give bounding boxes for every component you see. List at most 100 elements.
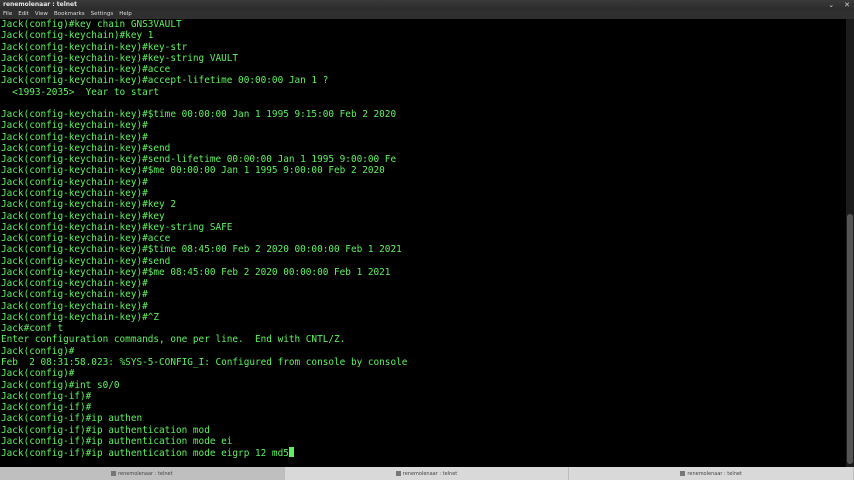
terminal-line: Jack(config-keychain)#key 1 xyxy=(0,30,846,41)
terminal-line-text: Jack(config-keychain-key)#send xyxy=(1,255,171,267)
terminal-line: Jack(config-if)# xyxy=(0,391,846,402)
terminal-line: Jack(config-keychain-key)#send xyxy=(0,256,846,267)
terminal-line-text: Jack(config-if)#ip authentication mode e… xyxy=(1,435,233,447)
terminal-line-text: Jack(config-keychain-key)#accept-lifetim… xyxy=(1,75,329,87)
taskbar: renemolenaar : telnet renemolenaar : tel… xyxy=(0,467,854,480)
taskbar-item[interactable]: renemolenaar : telnet xyxy=(569,467,854,480)
terminal-line-text: Enter configuration commands, one per li… xyxy=(1,334,346,346)
terminal-line: Jack(config-if)#ip authentication mode e… xyxy=(0,436,846,447)
terminal-line-text: Jack(config-keychain-key)#send xyxy=(1,142,171,154)
terminal-line: Jack(config-keychain-key)#$me 00:00:00 J… xyxy=(0,165,846,176)
terminal-line: Jack(config-keychain-key)#^Z xyxy=(0,312,846,323)
terminal-line-text: Jack(config-keychain-key)#$me 08:45:00 F… xyxy=(1,266,391,278)
terminal-icon xyxy=(395,471,401,476)
terminal-cursor xyxy=(288,447,295,458)
terminal-scrollbar[interactable] xyxy=(846,19,854,467)
terminal-line: Jack(config-keychain-key)#accept-lifetim… xyxy=(0,75,846,86)
terminal-line-text: Jack(config-keychain-key)#key-str xyxy=(1,41,188,53)
terminal-line-text: Jack(config-keychain)#key 1 xyxy=(1,30,154,42)
terminal-line: Jack(config-keychain-key)#acce xyxy=(0,233,846,244)
terminal-line: Jack#conf t xyxy=(0,323,846,334)
terminal-line: Jack(config-if)#ip authentication mode e… xyxy=(0,447,846,459)
terminal-line: Jack(config-keychain-key)#key xyxy=(0,211,846,222)
terminal-line: Jack(config-keychain-key)#acce xyxy=(0,64,846,75)
terminal-line-text: Jack(config-keychain-key)#acce xyxy=(1,233,171,245)
terminal-line-text: Jack(config-keychain-key)#key 2 xyxy=(1,199,176,211)
terminal-line: Jack(config-keychain-key)# xyxy=(0,177,846,188)
terminal-line: Jack(config-keychain-key)#send xyxy=(0,143,846,154)
terminal-line: Jack(config-if)#ip authen xyxy=(0,413,846,424)
terminal-line-text: Jack(config-keychain-key)#^Z xyxy=(1,311,160,323)
terminal-line-text: <1993-2035> Year to start xyxy=(1,86,160,98)
terminal-line-text: Jack(config-keychain-key)# xyxy=(1,187,148,199)
window-controls: ⌄ ✕ xyxy=(828,0,850,10)
terminal-line: Jack(config-keychain-key)# xyxy=(0,278,846,289)
terminal-line-text: Jack(config-if)#ip authen xyxy=(1,413,143,425)
terminal-line-text: Jack(config-keychain-key)#key-string VAU… xyxy=(1,52,239,64)
terminal-line-text: Jack(config-keychain-key)# xyxy=(1,300,148,312)
taskbar-item-label: renemolenaar : telnet xyxy=(118,470,173,477)
terminal-line: Jack(config)# xyxy=(0,368,846,379)
terminal-line-text: Jack(config)# xyxy=(1,345,75,357)
terminal-line: Jack(config-keychain-key)#$me 08:45:00 F… xyxy=(0,267,846,278)
terminal-line: Jack(config)#int s0/0 xyxy=(0,380,846,391)
terminal-line: Jack(config-keychain-key)#$time 00:00:00… xyxy=(0,109,846,120)
terminal-line: Jack(config-keychain-key)# xyxy=(0,120,846,131)
close-icon[interactable]: ✕ xyxy=(844,0,850,10)
terminal-line-text: Jack(config)#key chain GNS3VAULT xyxy=(1,19,182,30)
taskbar-item[interactable]: renemolenaar : telnet xyxy=(0,467,285,480)
terminal-line: Jack(config-keychain-key)# xyxy=(0,188,846,199)
terminal-line: Jack(config-keychain-key)#$time 08:45:00… xyxy=(0,244,846,255)
terminal-line: Jack(config-keychain-key)# xyxy=(0,301,846,312)
terminal-line-text: Jack(config-keychain-key)#send-lifetime … xyxy=(1,154,397,166)
menu-help[interactable]: Help xyxy=(119,10,132,19)
terminal-line-text: Jack(config-keychain-key)#$time 08:45:00… xyxy=(1,244,402,256)
terminal-icon xyxy=(111,471,117,476)
window-title: renemolenaar : telnet xyxy=(3,1,77,8)
terminal-line-text: Jack#conf t xyxy=(1,323,64,335)
scrollbar-thumb[interactable] xyxy=(847,214,853,464)
menu-view[interactable]: View xyxy=(35,10,48,19)
menu-settings[interactable]: Settings xyxy=(91,10,114,19)
terminal-line: Feb 2 08:31:58.023: %SYS-5-CONFIG_I: Con… xyxy=(0,357,846,368)
terminal-line-text: Jack(config-if)# xyxy=(1,390,92,402)
terminal-line-text: Jack(config-if)#ip authentication mod xyxy=(1,424,210,436)
terminal-line-text: Feb 2 08:31:58.023: %SYS-5-CONFIG_I: Con… xyxy=(1,356,408,368)
menu-bookmarks[interactable]: Bookmarks xyxy=(54,10,85,19)
terminal-line-text: Jack(config-keychain-key)#key-string SAF… xyxy=(1,221,233,233)
taskbar-item-label: renemolenaar : telnet xyxy=(402,470,458,477)
terminal-line: <1993-2035> Year to start xyxy=(0,87,846,98)
terminal-line-text: Jack(config)#int s0/0 xyxy=(1,379,120,391)
terminal-line: Jack(config-if)#ip authentication mod xyxy=(0,425,846,436)
taskbar-item[interactable]: renemolenaar : telnet xyxy=(285,467,570,480)
terminal-line: Jack(config-keychain-key)#key-str xyxy=(0,42,846,53)
taskbar-item-label: renemolenaar : telnet xyxy=(687,470,742,477)
menu-edit[interactable]: Edit xyxy=(18,10,29,19)
terminal-line: Jack(config-keychain-key)#key-string SAF… xyxy=(0,222,846,233)
terminal-line-text: Jack(config-if)# xyxy=(1,402,92,414)
terminal-line: Enter configuration commands, one per li… xyxy=(0,334,846,345)
terminal-line-text: Jack(config-keychain-key)#key xyxy=(1,210,165,222)
terminal-line: Jack(config-keychain-key)#key 2 xyxy=(0,199,846,210)
terminal-line: Jack(config-if)# xyxy=(0,402,846,413)
terminal-icon xyxy=(680,471,686,476)
minimize-icon[interactable]: ⌄ xyxy=(828,0,834,10)
terminal-line-text: Jack(config-keychain-key)#$time 00:00:00… xyxy=(1,109,397,121)
terminal-output[interactable]: Jack(config)#key chain GNS3VAULT Jack(con… xyxy=(0,19,846,467)
terminal-line-text: Jack(config-keychain-key)#$me 00:00:00 J… xyxy=(1,165,385,177)
terminal-line-text: Jack(config-keychain-key)# xyxy=(1,176,148,188)
terminal-line-text: Jack(config)# xyxy=(1,368,75,380)
terminal-line: Jack(config-keychain-key)# xyxy=(0,132,846,143)
terminal-line: Jack(config)# xyxy=(0,346,846,357)
terminal-line-text: Jack(config-keychain-key)#acce xyxy=(1,64,171,76)
menu-bar: File Edit View Bookmarks Settings Help xyxy=(0,10,854,19)
terminal-line-text: Jack(config-keychain-key)# xyxy=(1,278,148,290)
terminal-line: Jack(config-keychain-key)# xyxy=(0,289,846,300)
menu-file[interactable]: File xyxy=(3,10,12,19)
terminal-line-text: Jack(config-keychain-key)# xyxy=(1,131,148,143)
terminal-line-text: Jack(config-keychain-key)# xyxy=(1,289,148,301)
terminal-line: Jack(config-keychain-key)#key-string VAU… xyxy=(0,53,846,64)
window-titlebar[interactable]: renemolenaar : telnet ⌄ ✕ xyxy=(0,0,854,10)
terminal-line-text: Jack(config-keychain-key)# xyxy=(1,120,148,132)
